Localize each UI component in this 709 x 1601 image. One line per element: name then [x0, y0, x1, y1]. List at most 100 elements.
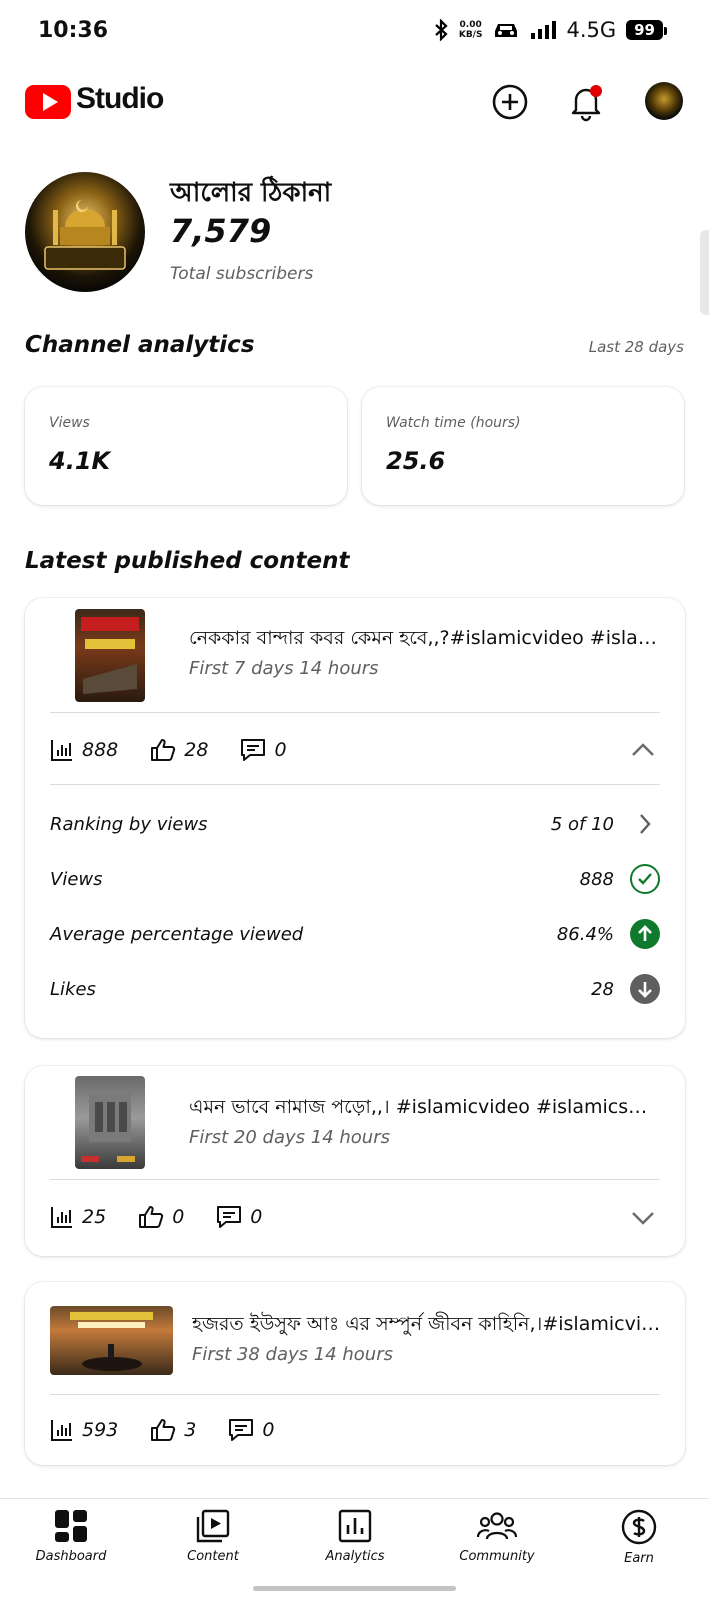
comment-icon [229, 1419, 254, 1441]
likes-stat: 0 [138, 1205, 184, 1229]
video-stats-row: 888 28 0 [50, 730, 319, 770]
net-speed: 0.00 KB/S [458, 20, 483, 40]
video-stats-row: 25 0 0 [50, 1197, 294, 1237]
likes-detail-row: Likes 28 [50, 969, 660, 1009]
detail-value: 28 [591, 978, 614, 1000]
views-metric-card[interactable]: Views 4.1K [25, 387, 347, 505]
thumbnail-art-icon [81, 1094, 135, 1162]
detail-label: Likes [50, 978, 96, 1000]
latest-content-title: Latest published content [25, 548, 350, 574]
car-icon [495, 24, 518, 37]
thumbs-up-icon [151, 739, 176, 761]
detail-value: 888 [579, 868, 614, 890]
detail-label: Average percentage viewed [50, 923, 304, 945]
create-button[interactable] [490, 82, 530, 122]
divider [50, 1394, 660, 1395]
video-card[interactable]: হজরত ইউসুফ আঃ এর সম্পুর্ন জীবন কাহিনি,।#… [25, 1282, 685, 1465]
nav-analytics[interactable]: Analytics [300, 1509, 410, 1564]
thumbs-up-icon [139, 1206, 164, 1228]
bell-icon [571, 85, 602, 122]
bar-chart-icon [51, 740, 72, 761]
collapse-button[interactable] [631, 738, 655, 762]
home-indicator[interactable] [253, 1586, 456, 1591]
video-title[interactable]: হজরত ইউসুফ আঃ এর সম্পুর্ন জীবন কাহিনি,।#… [192, 1310, 662, 1342]
signal-icon [531, 21, 557, 39]
comments-stat: 0 [216, 1204, 262, 1230]
detail-value: 86.4% [556, 923, 614, 945]
channel-header: আলোর ঠিকানা 7,579 Total subscribers [25, 172, 685, 292]
chevron-right-icon [630, 809, 660, 839]
subscriber-label: Total subscribers [170, 264, 314, 284]
comment-icon [217, 1206, 242, 1228]
video-meta: First 20 days 14 hours [189, 1127, 390, 1148]
nav-label: Community [459, 1549, 535, 1564]
video-thumbnail[interactable] [50, 1306, 173, 1375]
dashboard-icon [55, 1510, 87, 1542]
detail-label: Views [50, 868, 103, 890]
analytics-period: Last 28 days [588, 338, 684, 356]
comments-stat: 0 [240, 737, 287, 763]
metric-label: Views [49, 415, 90, 431]
avg-percentage-row: Average percentage viewed 86.4% [50, 914, 660, 954]
video-meta: First 7 days 14 hours [189, 658, 379, 679]
account-avatar[interactable] [645, 82, 683, 120]
video-card[interactable]: এমন ভাবে নামাজ পড়ো,,। #islamicvideo #is… [25, 1066, 685, 1256]
comments-stat: 0 [228, 1417, 274, 1443]
views-stat: 593 [50, 1418, 118, 1442]
nav-earn[interactable]: Earn [584, 1509, 694, 1566]
detail-label: Ranking by views [50, 813, 208, 835]
thumbnail-art-icon [81, 617, 139, 694]
watch-time-metric-card[interactable]: Watch time (hours) 25.6 [362, 387, 684, 505]
thumbnail-art-icon [70, 1312, 153, 1371]
views-stat: 25 [50, 1205, 106, 1229]
nav-label: Analytics [325, 1549, 385, 1564]
nav-dashboard[interactable]: Dashboard [16, 1509, 126, 1564]
studio-wordmark: Studio [76, 82, 164, 115]
bar-chart-icon [51, 1420, 72, 1441]
plus-circle-icon [492, 84, 528, 120]
nav-label: Content [187, 1549, 239, 1564]
chevron-up-icon [632, 743, 654, 756]
bluetooth-icon [435, 19, 448, 41]
video-title[interactable]: নেককার বান্দার কবর কেমন হবে,,?#islamicvi… [189, 624, 659, 656]
status-bar: 10:36 0.00 KB/S 4.5G 99 [0, 0, 709, 66]
analytics-icon [338, 1509, 372, 1543]
video-thumbnail[interactable] [75, 1076, 145, 1169]
likes-stat: 3 [150, 1418, 196, 1442]
status-icons: 0.00 KB/S 4.5G 99 [433, 18, 667, 42]
views-stat: 888 [50, 738, 118, 762]
edge-panel-handle[interactable] [700, 230, 709, 315]
battery-indicator: 99 [626, 20, 667, 40]
youtube-logo-icon[interactable] [25, 85, 71, 119]
earn-icon [621, 1509, 657, 1545]
video-title[interactable]: এমন ভাবে নামাজ পড়ো,,। #islamicvideo #is… [189, 1093, 659, 1125]
arrow-up-circle-icon [630, 919, 660, 949]
metric-label: Watch time (hours) [386, 415, 521, 431]
nav-content[interactable]: Content [158, 1509, 268, 1564]
notifications-button[interactable] [566, 82, 606, 122]
divider [50, 1179, 660, 1180]
video-card[interactable]: নেককার বান্দার কবর কেমন হবে,,?#islamicvi… [25, 598, 685, 1038]
video-thumbnail[interactable] [75, 609, 145, 702]
content-icon [196, 1509, 230, 1543]
nav-label: Earn [624, 1551, 654, 1566]
mosque-logo-icon [44, 200, 126, 270]
status-time: 10:36 [38, 18, 109, 43]
views-detail-row: Views 888 [50, 859, 660, 899]
check-circle-icon [630, 864, 660, 894]
community-icon [477, 1512, 517, 1540]
divider [50, 784, 660, 785]
chevron-down-icon [632, 1212, 654, 1225]
expand-button[interactable] [631, 1206, 655, 1230]
likes-stat: 28 [150, 738, 208, 762]
ranking-row[interactable]: Ranking by views 5 of 10 [50, 804, 660, 844]
metric-value: 25.6 [386, 447, 446, 475]
nav-community[interactable]: Community [442, 1509, 552, 1564]
nav-label: Dashboard [35, 1549, 107, 1564]
arrow-down-circle-icon [630, 974, 660, 1004]
subscriber-count: 7,579 [170, 212, 272, 250]
channel-name: আলোর ঠিকানা [170, 178, 332, 208]
detail-value: 5 of 10 [550, 813, 614, 835]
channel-avatar [25, 172, 145, 292]
network-type: 4.5G [566, 18, 617, 42]
